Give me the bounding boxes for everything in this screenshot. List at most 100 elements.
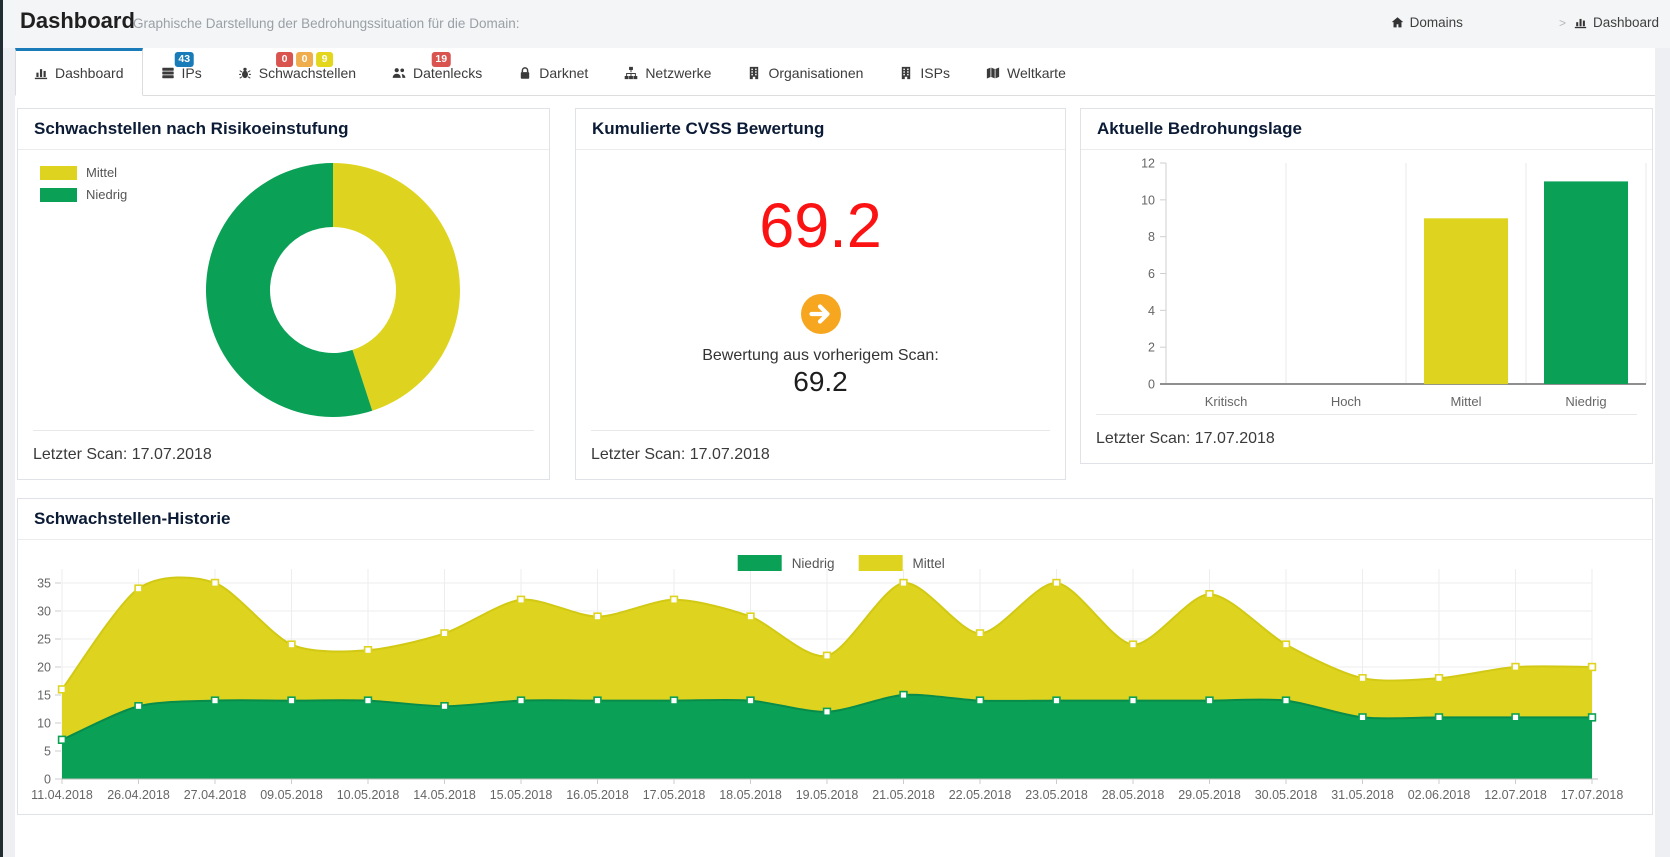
bar-chart-icon (34, 66, 48, 80)
tab-badges: 43 (174, 52, 194, 67)
breadcrumb-item-domains[interactable]: Domains (1391, 15, 1463, 30)
svg-text:0: 0 (44, 773, 51, 787)
content-panel: Dashboard43IPs009Schwachstellen19Datenle… (15, 48, 1655, 857)
svg-text:15: 15 (37, 689, 51, 703)
tab-bar: Dashboard43IPs009Schwachstellen19Datenle… (15, 48, 1655, 96)
tab-schwachstellen[interactable]: 009Schwachstellen (220, 48, 374, 95)
history-area-chart: 0510152025303511.04.201826.04.201827.04.… (18, 499, 1652, 814)
svg-text:14.05.2018: 14.05.2018 (413, 788, 476, 802)
legend-label: Mittel (86, 165, 117, 180)
building-icon (747, 66, 761, 80)
breadcrumb: Domains > Dashboard (1391, 15, 1659, 30)
tab-label: Weltkarte (1007, 65, 1066, 81)
svg-text:19.05.2018: 19.05.2018 (796, 788, 859, 802)
svg-text:02.06.2018: 02.06.2018 (1408, 788, 1471, 802)
arrow-right-circle-icon (801, 294, 841, 334)
svg-text:8: 8 (1148, 230, 1155, 244)
map-icon (986, 66, 1000, 80)
breadcrumb-separator: > (1559, 16, 1566, 30)
card-risk-donut: Schwachstellen nach Risikoeinstufung Mit… (17, 108, 550, 480)
tab-darknet[interactable]: Darknet (500, 48, 606, 95)
svg-text:Niedrig: Niedrig (1565, 394, 1606, 409)
tab-label: Netzwerke (645, 65, 711, 81)
users-icon (392, 66, 406, 80)
tab-weltkarte[interactable]: Weltkarte (968, 48, 1084, 95)
svg-text:5: 5 (44, 745, 51, 759)
svg-text:4: 4 (1148, 304, 1155, 318)
breadcrumb-item-dashboard[interactable]: Dashboard (1574, 15, 1659, 30)
count-badge: 0 (276, 52, 293, 67)
count-badge: 19 (431, 52, 451, 67)
legend-swatch (858, 555, 902, 571)
building-icon (899, 66, 913, 80)
history-chart-legend: Niedrig Mittel (738, 555, 945, 571)
count-badge: 43 (174, 52, 194, 67)
legend-item-mittel[interactable]: Mittel (858, 555, 944, 571)
svg-text:28.05.2018: 28.05.2018 (1102, 788, 1165, 802)
svg-text:0: 0 (1148, 378, 1155, 392)
svg-text:16.05.2018: 16.05.2018 (566, 788, 629, 802)
tab-organisationen[interactable]: Organisationen (729, 48, 881, 95)
svg-text:30: 30 (37, 605, 51, 619)
tab-label: ISPs (920, 65, 950, 81)
home-icon (1391, 16, 1404, 29)
tab-label: Schwachstellen (259, 65, 356, 81)
last-scan-text: Letzter Scan: 17.07.2018 (33, 430, 534, 479)
bug-icon (238, 66, 252, 80)
svg-text:31.05.2018: 31.05.2018 (1331, 788, 1394, 802)
last-scan-text: Letzter Scan: 17.07.2018 (1096, 414, 1637, 463)
legend-swatch (40, 166, 77, 180)
card-history-area: Schwachstellen-Historie 0510152025303511… (17, 498, 1653, 815)
svg-text:18.05.2018: 18.05.2018 (719, 788, 782, 802)
legend-item-niedrig[interactable]: Niedrig (40, 187, 127, 202)
svg-text:11.04.2018: 11.04.2018 (31, 788, 93, 802)
breadcrumb-label: Domains (1410, 15, 1463, 30)
tab-label: Datenlecks (413, 65, 482, 81)
svg-text:10.05.2018: 10.05.2018 (337, 788, 400, 802)
bar-chart-icon (1574, 16, 1587, 29)
cvss-prev-score: 69.2 (793, 366, 848, 398)
svg-text:6: 6 (1148, 267, 1155, 281)
page-header: Dashboard Graphische Darstellung der Bed… (3, 0, 1670, 48)
card-title: Kumulierte CVSS Bewertung (576, 109, 1065, 150)
svg-text:25: 25 (37, 633, 51, 647)
svg-text:22.05.2018: 22.05.2018 (949, 788, 1012, 802)
tab-label: Organisationen (768, 65, 863, 81)
legend-label: Niedrig (792, 556, 835, 571)
svg-text:30.05.2018: 30.05.2018 (1255, 788, 1318, 802)
tab-dashboard[interactable]: Dashboard (15, 48, 143, 96)
cvss-score: 69.2 (759, 195, 882, 258)
tab-ips[interactable]: 43IPs (143, 48, 220, 95)
legend-item-mittel[interactable]: Mittel (40, 165, 127, 180)
svg-text:Kritisch: Kritisch (1205, 394, 1248, 409)
card-cvss-score: Kumulierte CVSS Bewertung 69.2 Bewertung… (575, 108, 1066, 480)
legend-label: Niedrig (86, 187, 127, 202)
svg-text:Hoch: Hoch (1331, 394, 1361, 409)
card-threat-bars: Aktuelle Bedrohungslage 024681012Kritisc… (1080, 108, 1653, 464)
svg-text:12: 12 (1141, 157, 1155, 171)
svg-text:2: 2 (1148, 341, 1155, 355)
svg-text:29.05.2018: 29.05.2018 (1178, 788, 1241, 802)
threat-bar-chart: 024681012KritischHochMittelNiedrig (1081, 109, 1652, 415)
svg-text:15.05.2018: 15.05.2018 (490, 788, 553, 802)
page-subtitle: Graphische Darstellung der Bedrohungssit… (133, 16, 519, 31)
tab-netzwerke[interactable]: Netzwerke (606, 48, 729, 95)
legend-label: Mittel (912, 556, 944, 571)
server-icon (161, 66, 175, 80)
tab-badges: 19 (431, 52, 451, 67)
card-title: Schwachstellen nach Risikoeinstufung (18, 109, 549, 150)
tab-datenlecks[interactable]: 19Datenlecks (374, 48, 500, 95)
svg-text:10: 10 (37, 717, 51, 731)
page-title: Dashboard (20, 8, 135, 34)
lock-icon (518, 66, 532, 80)
legend-item-niedrig[interactable]: Niedrig (738, 555, 835, 571)
tab-badges: 009 (276, 52, 333, 67)
sidebar-edge (0, 0, 3, 857)
breadcrumb-label: Dashboard (1593, 15, 1659, 30)
svg-text:26.04.2018: 26.04.2018 (107, 788, 170, 802)
svg-text:Mittel: Mittel (1450, 394, 1481, 409)
tab-label: IPs (182, 65, 202, 81)
tab-isps[interactable]: ISPs (881, 48, 968, 95)
cvss-prev-label: Bewertung aus vorherigem Scan: (702, 347, 939, 365)
svg-text:35: 35 (37, 577, 51, 591)
